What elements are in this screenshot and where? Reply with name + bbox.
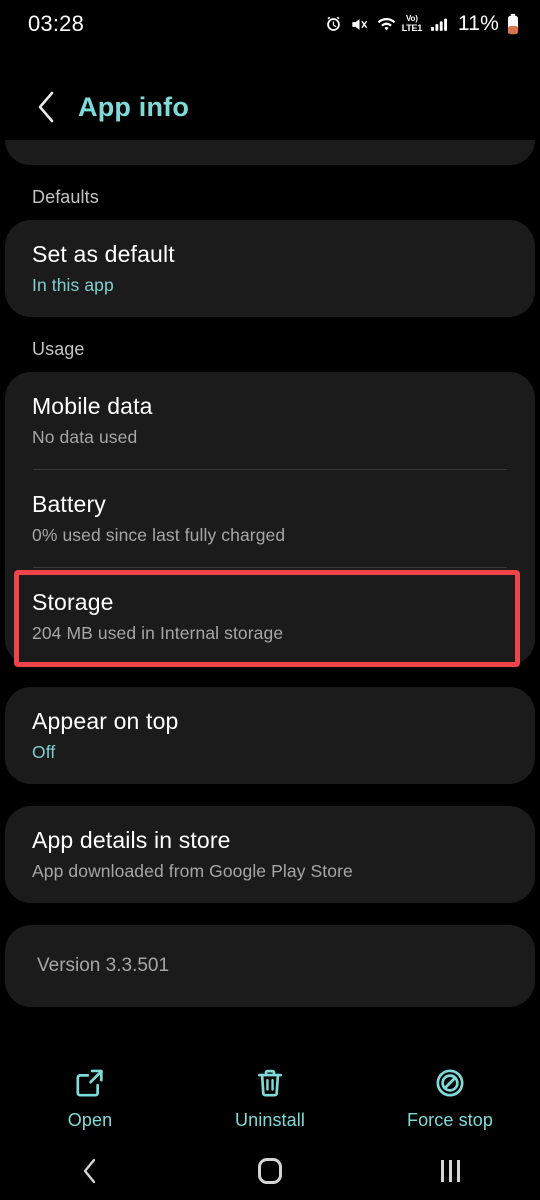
card-usage: Mobile data No data used Battery 0% used… [5,372,535,665]
chevron-left-icon [83,1158,96,1184]
clipped-card-above [5,140,535,165]
battery-percent: 11% [457,12,499,35]
row-title: Battery [32,491,106,517]
home-square-icon [258,1158,282,1184]
open-in-new-icon [76,1069,103,1097]
row-mobile-data[interactable]: Mobile data No data used [5,372,535,469]
row-subtitle: In this app [32,275,114,295]
row-subtitle: 204 MB used in Internal storage [32,623,284,643]
settings-list[interactable]: Defaults Set as default In this app Usag… [0,140,540,1007]
back-button[interactable] [24,90,68,124]
section-label-usage: Usage [32,339,85,359]
nav-recents-button[interactable] [400,1142,500,1200]
status-clock: 03:28 [28,11,85,36]
action-label: Force stop [406,1109,494,1130]
row-subtitle: No data used [32,427,138,447]
block-circle-icon [436,1068,464,1097]
trash-icon [258,1069,282,1097]
row-title: App details in store [32,827,231,853]
action-bar: Open Uninstall Force stop [0,1054,540,1142]
force-stop-button[interactable]: Force stop [375,1066,525,1131]
row-title: Appear on top [32,708,179,734]
battery-icon [506,13,520,35]
card-version: Version 3.3.501 [5,925,535,1007]
system-nav-bar [0,1142,540,1200]
row-set-as-default[interactable]: Set as default In this app [5,220,535,317]
volte-icon: Vo) LTE1 [401,14,422,33]
alarm-icon [324,15,343,34]
uninstall-button[interactable]: Uninstall [195,1066,345,1131]
page-title: App info [78,91,190,122]
row-title: Storage [32,589,114,615]
open-button[interactable]: Open [15,1066,165,1131]
row-subtitle: App downloaded from Google Play Store [32,861,353,881]
row-battery[interactable]: Battery 0% used since last fully charged [5,470,535,567]
mute-icon [350,15,369,34]
card-appear-on-top: Appear on top Off [5,687,535,784]
page-header: App info [0,78,540,136]
app-info-screen: 03:28 Vo) LTE1 11% App info Defaults Set… [0,0,540,1200]
nav-home-button[interactable] [220,1142,320,1200]
row-title: Mobile data [32,393,153,419]
row-storage[interactable]: Storage 204 MB used in Internal storage [5,568,535,665]
row-subtitle: Off [32,742,56,762]
chevron-left-icon [38,91,54,123]
nav-back-button[interactable] [40,1142,140,1200]
row-app-details-in-store[interactable]: App details in store App downloaded from… [5,806,535,903]
row-appear-on-top[interactable]: Appear on top Off [5,687,535,784]
status-icons: Vo) LTE1 11% [324,12,520,36]
status-bar: 03:28 Vo) LTE1 11% [0,0,540,48]
signal-icon [429,15,449,34]
action-label: Uninstall [235,1109,305,1130]
row-subtitle: 0% used since last fully charged [32,525,286,545]
recents-lines-icon [440,1160,460,1182]
action-label: Open [67,1109,113,1130]
row-title: Set as default [32,241,175,267]
card-app-details: App details in store App downloaded from… [5,806,535,903]
wifi-icon [376,15,397,34]
section-label-defaults: Defaults [32,187,99,207]
card-defaults: Set as default In this app [5,220,535,317]
version-text: Version 3.3.501 [37,955,170,976]
